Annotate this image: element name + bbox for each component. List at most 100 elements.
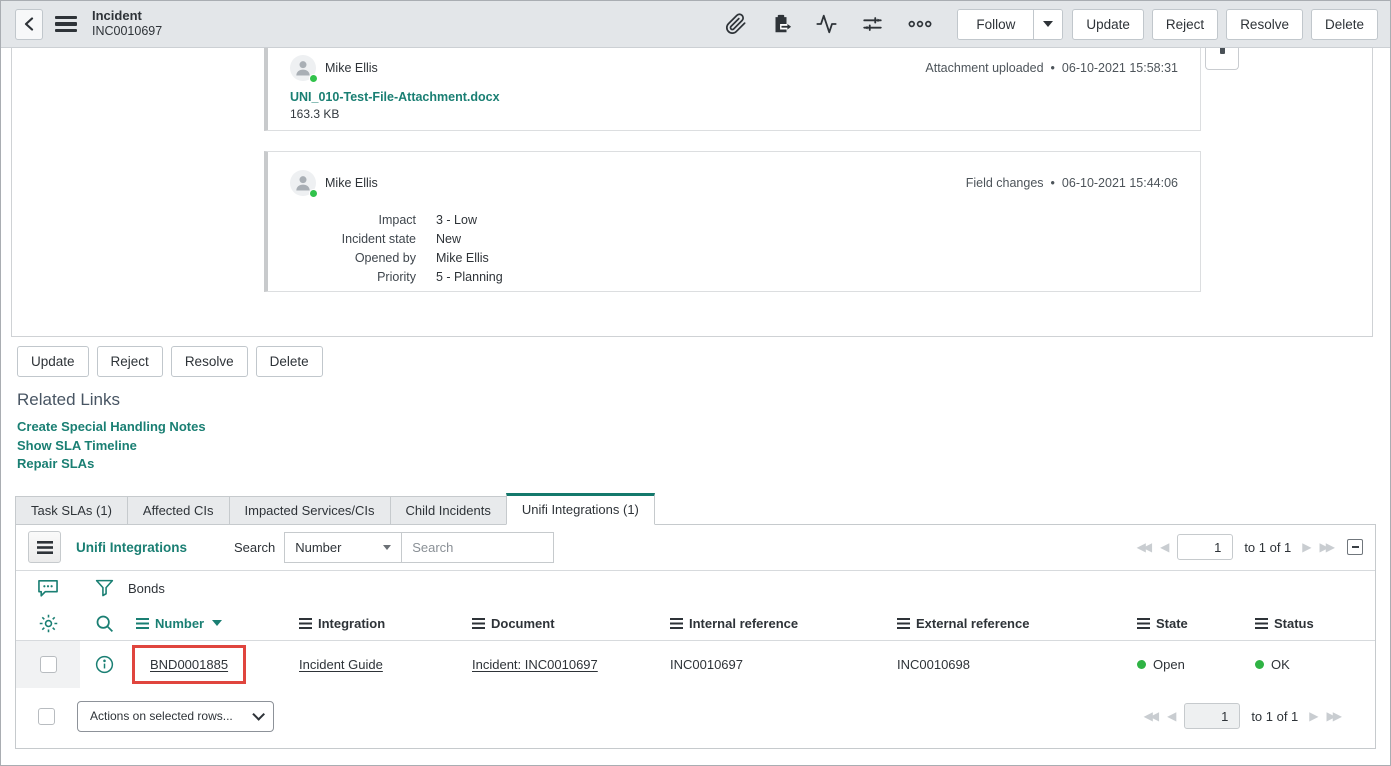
first-page-icon[interactable]: ◀◀ xyxy=(1137,541,1149,553)
bullet-separator: • xyxy=(1051,61,1055,75)
more-options-icon[interactable] xyxy=(907,13,933,35)
resolve-button[interactable]: Resolve xyxy=(1226,9,1303,40)
group-label: Bonds xyxy=(128,581,1375,596)
related-link-show-sla-timeline[interactable]: Show SLA Timeline xyxy=(17,437,1390,456)
related-link-repair-slas[interactable]: Repair SLAs xyxy=(17,455,1390,474)
form-footer-buttons: Update Reject Resolve Delete xyxy=(17,346,1390,377)
column-label: Internal reference xyxy=(689,616,798,631)
gear-icon[interactable] xyxy=(38,613,59,634)
clipboard-export-icon[interactable] xyxy=(770,13,792,35)
column-menu-icon xyxy=(1255,618,1268,629)
bullet-separator: • xyxy=(1051,176,1055,190)
prev-page-icon[interactable]: ◀ xyxy=(1160,541,1166,553)
last-page-icon[interactable]: ▶▶ xyxy=(1320,541,1332,553)
incident-form-page: Incident INC0010697 Follow Update Reject… xyxy=(0,0,1391,766)
column-label: Integration xyxy=(318,616,385,631)
tab-impacted-services-cis[interactable]: Impacted Services/CIs xyxy=(229,496,390,525)
attachment-file-link[interactable]: UNI_010-Test-File-Attachment.docx xyxy=(290,90,500,104)
field-value: 5 - Planning xyxy=(436,268,1178,287)
prev-page-icon[interactable]: ◀ xyxy=(1167,710,1173,722)
activity-action: Attachment uploaded xyxy=(925,61,1043,75)
sliders-icon[interactable] xyxy=(861,13,884,35)
tab-child-incidents[interactable]: Child Incidents xyxy=(390,496,506,525)
back-button[interactable] xyxy=(15,9,43,40)
record-number-link[interactable]: BND0001885 xyxy=(150,657,228,672)
column-menu-icon xyxy=(670,618,683,629)
reject-button[interactable]: Reject xyxy=(97,346,163,377)
tab-affected-cis[interactable]: Affected CIs xyxy=(127,496,229,525)
actions-on-selected-rows-select[interactable]: Actions on selected rows... xyxy=(77,701,274,732)
select-all-checkbox[interactable] xyxy=(38,708,55,725)
info-icon[interactable] xyxy=(94,654,115,675)
tab-unifi-integrations[interactable]: Unifi Integrations (1) xyxy=(506,493,655,525)
list-footer: Actions on selected rows... ◀◀ ◀ to 1 of… xyxy=(16,688,1375,748)
document-link[interactable]: Incident: INC0010697 xyxy=(472,657,598,672)
resolve-button[interactable]: Resolve xyxy=(171,346,248,377)
presence-dot xyxy=(309,189,318,198)
column-header-document[interactable]: Document xyxy=(472,616,670,631)
column-menu-icon xyxy=(299,618,312,629)
activity-author: Mike Ellis xyxy=(325,176,378,190)
list-header: Unifi Integrations Search Number ◀◀ ◀ to… xyxy=(16,525,1375,571)
caret-down-icon xyxy=(1043,21,1053,27)
column-header-external-reference[interactable]: External reference xyxy=(897,616,1137,631)
first-page-icon[interactable]: ◀◀ xyxy=(1144,710,1156,722)
next-page-icon[interactable]: ▶ xyxy=(1309,710,1315,722)
search-input[interactable] xyxy=(401,532,554,563)
record-title-block: Incident INC0010697 xyxy=(92,8,162,39)
follow-dropdown-button[interactable] xyxy=(1033,10,1062,39)
update-button[interactable]: Update xyxy=(1072,9,1144,40)
column-header-internal-reference[interactable]: Internal reference xyxy=(670,616,897,631)
search-field-select[interactable]: Number xyxy=(284,532,402,563)
activity-entry-field-changes: Mike Ellis Field changes • 06-10-2021 15… xyxy=(264,151,1201,292)
comment-bubble-icon[interactable] xyxy=(37,579,59,598)
avatar xyxy=(290,170,316,196)
filter-funnel-icon[interactable] xyxy=(94,578,115,599)
next-page-icon[interactable]: ▶ xyxy=(1302,541,1308,553)
list-column-headers: Number Integration Document Internal ref… xyxy=(16,607,1375,641)
internal-reference-cell: INC0010697 xyxy=(670,657,897,672)
page-number-input[interactable] xyxy=(1177,534,1233,560)
activity-action: Field changes xyxy=(966,176,1044,190)
activity-filter-button-partial[interactable] xyxy=(1205,48,1239,70)
activity-stream-panel: Mike Ellis Attachment uploaded • 06-10-2… xyxy=(11,48,1373,337)
column-header-integration[interactable]: Integration xyxy=(299,616,472,631)
record-number: INC0010697 xyxy=(92,24,162,39)
column-header-number[interactable]: Number xyxy=(128,616,299,631)
context-menu-icon[interactable] xyxy=(55,16,77,32)
tab-task-slas[interactable]: Task SLAs (1) xyxy=(15,496,127,525)
row-checkbox[interactable] xyxy=(40,656,57,673)
field-value: Mike Ellis xyxy=(436,249,1178,268)
search-icon[interactable] xyxy=(94,613,115,634)
actions-select-label: Actions on selected rows... xyxy=(90,709,233,723)
status-dot xyxy=(1255,660,1264,669)
integration-link[interactable]: Incident Guide xyxy=(299,657,383,672)
column-menu-icon xyxy=(136,618,149,629)
highlight-box: BND0001885 xyxy=(132,645,246,684)
delete-button[interactable]: Delete xyxy=(1311,9,1378,40)
last-page-icon[interactable]: ▶▶ xyxy=(1327,710,1339,722)
delete-button[interactable]: Delete xyxy=(256,346,323,377)
collapse-list-button[interactable] xyxy=(1347,539,1363,555)
column-menu-icon xyxy=(897,618,910,629)
column-header-status[interactable]: Status xyxy=(1255,616,1375,631)
status-cell: OK xyxy=(1255,657,1375,672)
field-value: New xyxy=(436,230,1178,249)
column-header-state[interactable]: State xyxy=(1137,616,1255,631)
field-change-row: Opened by Mike Ellis xyxy=(290,249,1178,268)
update-button[interactable]: Update xyxy=(17,346,89,377)
paperclip-icon[interactable] xyxy=(725,13,747,35)
activity-stream-icon[interactable] xyxy=(815,13,838,35)
partial-glyph-icon xyxy=(1220,48,1225,54)
page-number-input[interactable] xyxy=(1184,703,1240,729)
field-label: Incident state xyxy=(290,230,416,249)
column-menu-icon xyxy=(1137,618,1150,629)
related-link-create-special-handling-notes[interactable]: Create Special Handling Notes xyxy=(17,418,1390,437)
chevron-left-icon xyxy=(23,17,35,31)
list-menu-button[interactable] xyxy=(28,531,61,563)
follow-button[interactable]: Follow xyxy=(958,10,1033,39)
list-title[interactable]: Unifi Integrations xyxy=(76,540,187,555)
field-change-row: Incident state New xyxy=(290,230,1178,249)
reject-button[interactable]: Reject xyxy=(1152,9,1218,40)
record-type-title: Incident xyxy=(92,8,162,24)
